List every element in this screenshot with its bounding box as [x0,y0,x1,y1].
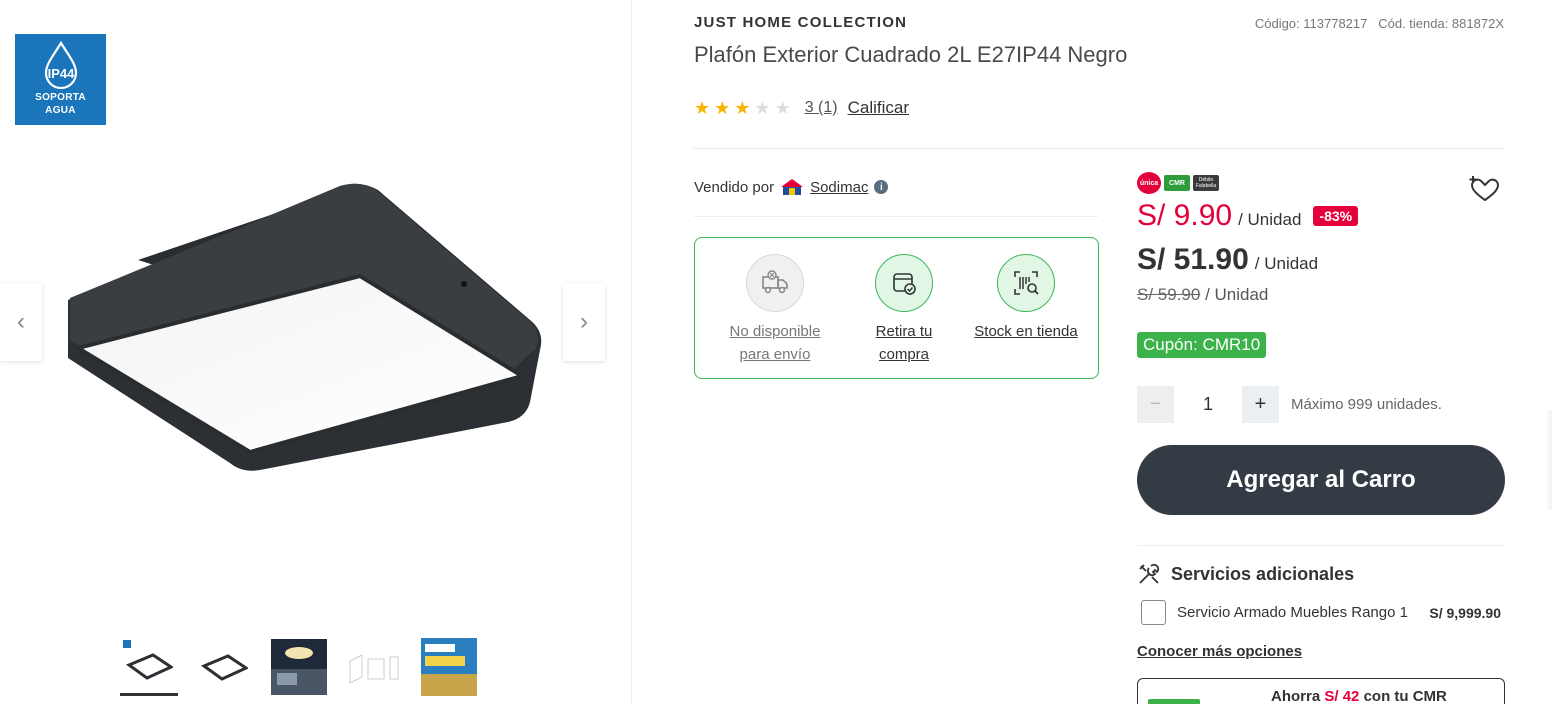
cmr-savings-box: Ahorra S/ 42 con tu CMR [1137,678,1505,704]
debit-badge: Débito Falabella [1193,175,1219,191]
water-drop-icon: IP44 [44,40,77,90]
delivery-label: No disponible para envío [729,323,821,363]
product-image [68,183,542,471]
thumbnail-2[interactable] [195,638,253,696]
gallery-prev-button[interactable]: ‹ [0,283,42,361]
internet-price: S/ 51.90 / Unidad [1137,243,1318,277]
quantity-increase-button[interactable]: + [1242,386,1279,423]
star-empty-icon: ★ [774,98,791,118]
delivery-label: Stock en tienda [974,323,1078,340]
delivery-option-stock[interactable]: Stock en tienda [961,254,1091,343]
page-edge-shadow [1546,410,1552,510]
quantity-value[interactable]: 1 [1174,394,1242,415]
cmr-card-icon [1148,699,1200,704]
thumbnail-3[interactable] [270,638,328,696]
add-to-wishlist-icon[interactable] [1469,175,1499,203]
coupon-badge: Cupón: CMR10 [1137,332,1267,358]
barcode-search-icon [997,254,1055,312]
thumbnail-4[interactable] [345,638,403,696]
delivery-options: No disponible para envío Retira tu compra … [694,237,1099,379]
delivery-option-shipping[interactable]: No disponible para envío [710,254,840,366]
thumbnail-strip [120,638,478,696]
cmr-price-unit: / Unidad [1238,210,1302,229]
quantity-decrease-button[interactable]: − [1137,386,1174,423]
thumb-lamp-image [125,652,173,680]
delivery-label: Retira tu compra [875,323,933,363]
sodimac-logo-icon [781,179,804,195]
brand-name[interactable]: JUST HOME COLLECTION [694,14,907,31]
star-empty-icon: ★ [754,98,771,118]
product-code: Código: 113778217 [1254,16,1368,31]
discount-badge: -83% [1313,206,1359,226]
internet-price-unit: / Unidad [1254,254,1319,273]
divider [694,216,1098,217]
mini-ip44-badge [123,640,131,648]
add-to-cart-button[interactable]: Agregar al Carro [1137,445,1505,515]
service-name: Servicio Armado Muebles Rango 1 [1177,604,1408,621]
unica-badge: única [1137,172,1161,194]
ip44-text: IP44 [47,66,75,81]
service-price: S/ 9,999.90 [1429,604,1501,621]
normal-price: S/ 59.90 / Unidad [1137,285,1268,305]
quantity-stepper: − 1 + Máximo 999 unidades. [1137,386,1442,423]
product-codes: Código: 113778217 Cód. tienda: 881872X [1255,16,1504,31]
normal-price-unit: / Unidad [1205,285,1269,304]
thumb-promo-image [421,638,477,696]
thumb-room-image [271,639,327,695]
badge-line2: AGUA [45,105,76,116]
services-header: Servicios adicionales [1137,562,1354,586]
thumbnail-1[interactable] [120,638,178,696]
gallery-next-button[interactable]: › [563,283,605,361]
service-item: Servicio Armado Muebles Rango 1 S/ 9,999… [1141,600,1501,625]
store-pickup-icon [875,254,933,312]
cmr-price: S/ 9.90 / Unidad -83% [1137,199,1359,233]
cmr-badge: CMR [1164,175,1190,191]
rating: ★ ★ ★ ★ ★ 3 (1) Calificar [694,98,909,118]
badge-line1: SOPORTA [35,92,86,103]
product-title: Plafón Exterior Cuadrado 2L E27IP44 Negr… [694,42,1128,67]
chevron-left-icon: ‹ [17,308,25,335]
internet-price-amount: S/ 51.90 [1137,243,1249,276]
quantity-max-text: Máximo 999 unidades. [1291,396,1442,413]
divider [694,148,1504,149]
more-options-link[interactable]: Conocer más opciones [1137,643,1302,660]
cmr-savings-text: Ahorra S/ 42 con tu CMR [1271,688,1447,704]
thumb-diagram-image [349,654,399,684]
rating-count-link[interactable]: 3 (1) [805,99,838,117]
product-gallery: IP44 SOPORTA AGUA ‹ › [0,0,632,704]
tools-icon [1139,563,1160,584]
seller-info: Vendido por Sodimac i [694,178,889,196]
normal-price-amount: S/ 59.90 [1137,285,1201,304]
chevron-right-icon: › [580,308,588,335]
seller-prefix: Vendido por [694,178,775,196]
payment-badges: única CMR Débito Falabella [1137,172,1219,194]
rate-link[interactable]: Calificar [848,98,909,118]
info-icon[interactable]: i [874,180,889,194]
product-page: IP44 SOPORTA AGUA ‹ › JUST HOME COLLECTI… [0,0,1552,704]
thumbnail-5[interactable] [420,638,478,696]
truck-icon [746,254,804,312]
ip44-badge: IP44 SOPORTA AGUA [15,34,106,125]
services-title: Servicios adicionales [1171,563,1355,584]
seller-name-link[interactable]: Sodimac [810,179,868,196]
star-icon: ★ [734,98,751,118]
divider [1137,545,1505,546]
star-icon: ★ [694,98,711,118]
delivery-option-pickup[interactable]: Retira tu compra [839,254,969,366]
star-icon: ★ [714,98,731,118]
store-code: Cód. tienda: 881872X [1378,16,1504,31]
thumb-lamp-image [200,654,248,681]
cmr-price-amount: S/ 9.90 [1137,199,1233,232]
service-checkbox[interactable] [1141,600,1166,625]
